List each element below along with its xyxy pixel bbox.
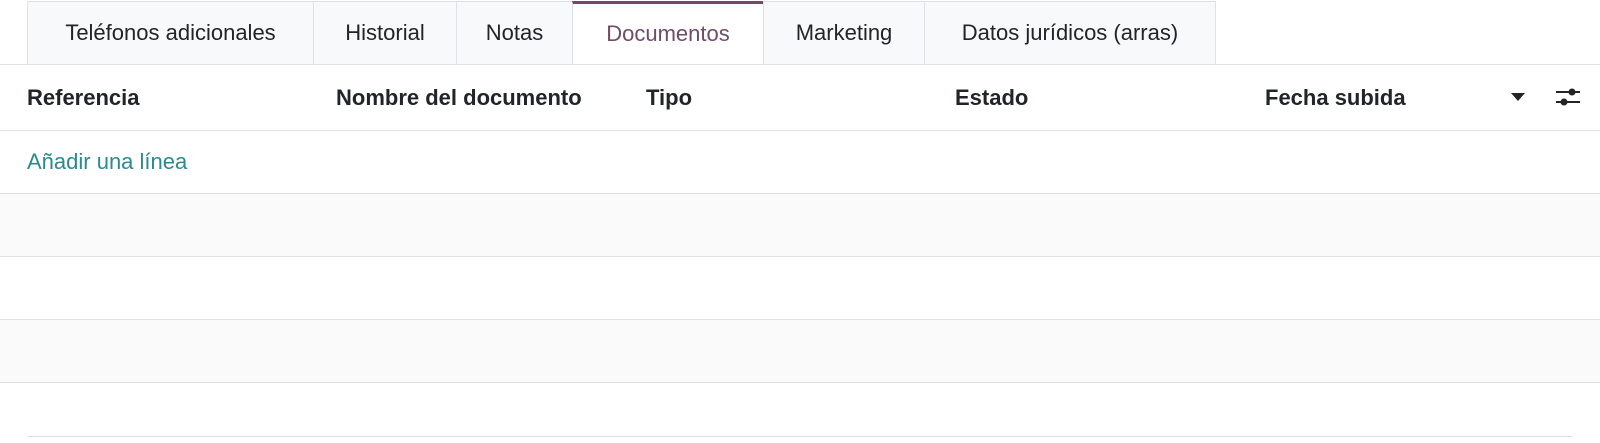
tab-notas[interactable]: Notas — [456, 1, 572, 65]
column-header-nombre-documento[interactable]: Nombre del documento — [336, 65, 582, 130]
add-line-row: Añadir una línea — [0, 131, 1600, 194]
empty-row — [0, 320, 1600, 383]
tab-marketing[interactable]: Marketing — [763, 1, 924, 65]
tab-documentos[interactable]: Documentos — [572, 1, 763, 65]
sliders-icon[interactable] — [1555, 85, 1581, 109]
column-header-referencia[interactable]: Referencia — [27, 65, 140, 130]
column-header-tipo[interactable]: Tipo — [646, 65, 692, 130]
empty-row — [0, 257, 1600, 320]
tab-datos-juridicos[interactable]: Datos jurídicos (arras) — [924, 1, 1216, 65]
column-header-fecha-subida[interactable]: Fecha subida — [1265, 65, 1406, 130]
empty-row — [0, 194, 1600, 257]
column-header-estado[interactable]: Estado — [955, 65, 1028, 130]
caret-down-icon[interactable] — [1511, 93, 1525, 101]
add-line-link[interactable]: Añadir una línea — [27, 131, 187, 193]
tab-telefonos-adicionales[interactable]: Teléfonos adicionales — [27, 1, 313, 65]
table-header: Referencia Nombre del documento Tipo Est… — [0, 65, 1600, 131]
notebook-tabs: Teléfonos adicionales Historial Notas Do… — [27, 1, 1216, 65]
tab-historial[interactable]: Historial — [313, 1, 456, 65]
table-footer-divider — [27, 436, 1573, 437]
